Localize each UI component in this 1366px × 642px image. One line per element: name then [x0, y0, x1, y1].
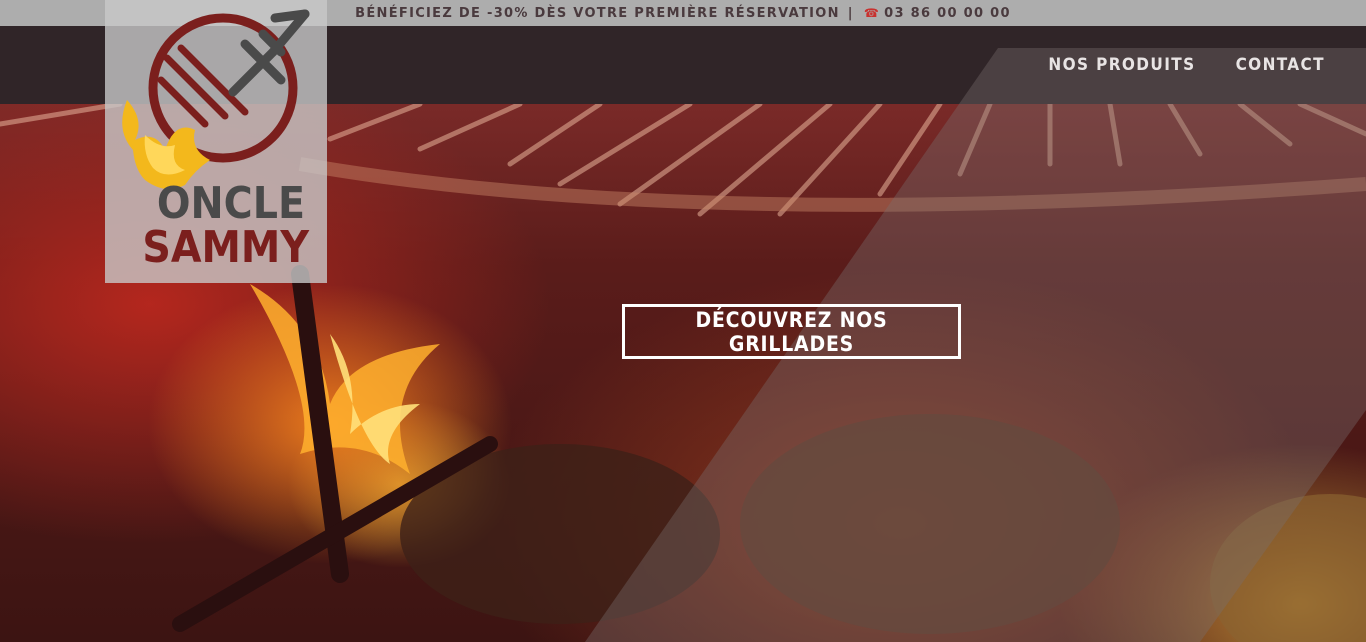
announcement-text: BÉNÉFICIEZ DE -30% DÈS VOTRE PREMIÈRE RÉ…: [355, 5, 840, 21]
nav-link-contact[interactable]: CONTACT: [1236, 55, 1325, 75]
discover-grills-button[interactable]: DÉCOUVREZ NOS GRILLADES: [622, 304, 961, 359]
nav-link-produits[interactable]: NOS PRODUITS: [1048, 55, 1195, 75]
announcement-separator: |: [847, 5, 854, 21]
logo-line2: SAMMY: [142, 222, 310, 273]
fork-plate-flame-icon: ONCLE SAMMY: [122, 9, 310, 273]
main-nav: NOS PRODUITS CONTACT: [1048, 26, 1325, 104]
phone-icon: ☎: [863, 6, 881, 20]
logo[interactable]: ONCLE SAMMY: [105, 0, 327, 283]
phone-number[interactable]: 03 86 00 00 00: [884, 6, 1011, 21]
